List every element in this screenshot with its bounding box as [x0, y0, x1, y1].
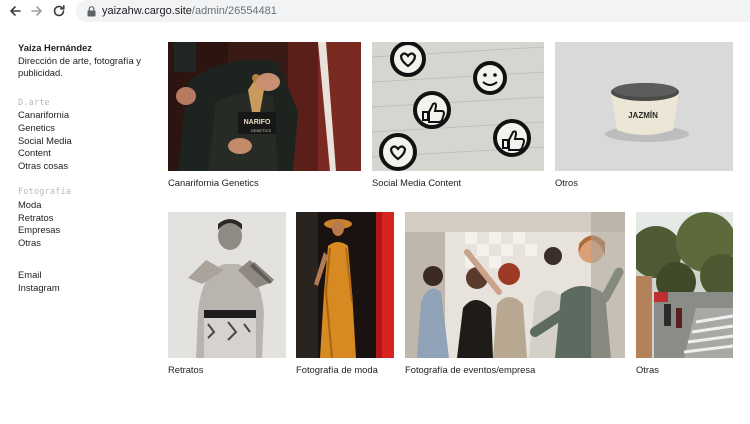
site-tagline: Dirección de arte, fotografía y publicid…	[18, 54, 141, 79]
thumbnail-otras[interactable]	[636, 212, 733, 358]
url-path: /admin/26554481	[191, 5, 277, 17]
nav-link-moda[interactable]: Moda	[18, 199, 153, 212]
thumbnail-otros[interactable]: JAZMÍN	[555, 42, 733, 171]
caption-otras[interactable]: Otras	[636, 364, 659, 375]
thumbnail-canarifornia-genetics[interactable]: NARIFO GENETICS	[168, 42, 361, 171]
caption-fotografia-de-eventos-empresa[interactable]: Fotografía de eventos/empresa	[405, 364, 535, 375]
lock-icon	[86, 5, 96, 17]
thumbnail-fotografia-de-eventos-empresa[interactable]	[405, 212, 625, 358]
section-label-art: D.arte	[18, 97, 50, 108]
nav-link-content[interactable]: Content	[18, 147, 153, 160]
nav-link-social-media[interactable]: Social Media	[18, 135, 153, 148]
nav-link-genetics[interactable]: Genetics	[18, 122, 153, 135]
nav-link-email[interactable]: Email	[18, 269, 153, 282]
browser-toolbar: yaizahw.cargo.site/admin/26554481	[0, 0, 750, 22]
nav-link-otras-cosas[interactable]: Otras cosas	[18, 160, 153, 173]
url-host: yaizahw.cargo.site	[102, 5, 192, 17]
product-label-text: JAZMÍN	[628, 111, 658, 120]
shirt-print-text: NARIFO	[244, 119, 271, 126]
nav-link-retratos[interactable]: Retratos	[18, 212, 153, 225]
thumbnail-social-media-content[interactable]	[372, 42, 544, 171]
forward-arrow-icon[interactable]	[26, 0, 48, 22]
address-bar[interactable]: yaizahw.cargo.site/admin/26554481	[76, 0, 750, 22]
thumbnail-retratos[interactable]	[168, 212, 286, 358]
back-arrow-icon[interactable]	[4, 0, 26, 22]
caption-fotografia-de-moda[interactable]: Fotografía de moda	[296, 364, 378, 375]
caption-otros[interactable]: Otros	[555, 177, 578, 188]
thumbnail-fotografia-de-moda[interactable]	[296, 212, 394, 358]
nav-link-otras[interactable]: Otras	[18, 237, 153, 250]
caption-retratos[interactable]: Retratos	[168, 364, 203, 375]
caption-canarifornia-genetics[interactable]: Canarifornia Genetics	[168, 177, 259, 188]
nav-link-instagram[interactable]: Instagram	[18, 282, 153, 295]
section-label-photo: Fotografía	[18, 187, 72, 198]
nav-link-empresas[interactable]: Empresas	[18, 224, 153, 237]
caption-social-media-content[interactable]: Social Media Content	[372, 177, 461, 188]
reload-icon[interactable]	[48, 0, 70, 22]
site-title[interactable]: Yaiza Hernández	[18, 42, 153, 55]
nav-link-canarifornia[interactable]: Canarifornia	[18, 109, 153, 122]
shirt-print-subtext: GENETICS	[251, 128, 272, 133]
sidebar: Yaiza Hernández Dirección de arte, fotog…	[18, 42, 153, 295]
